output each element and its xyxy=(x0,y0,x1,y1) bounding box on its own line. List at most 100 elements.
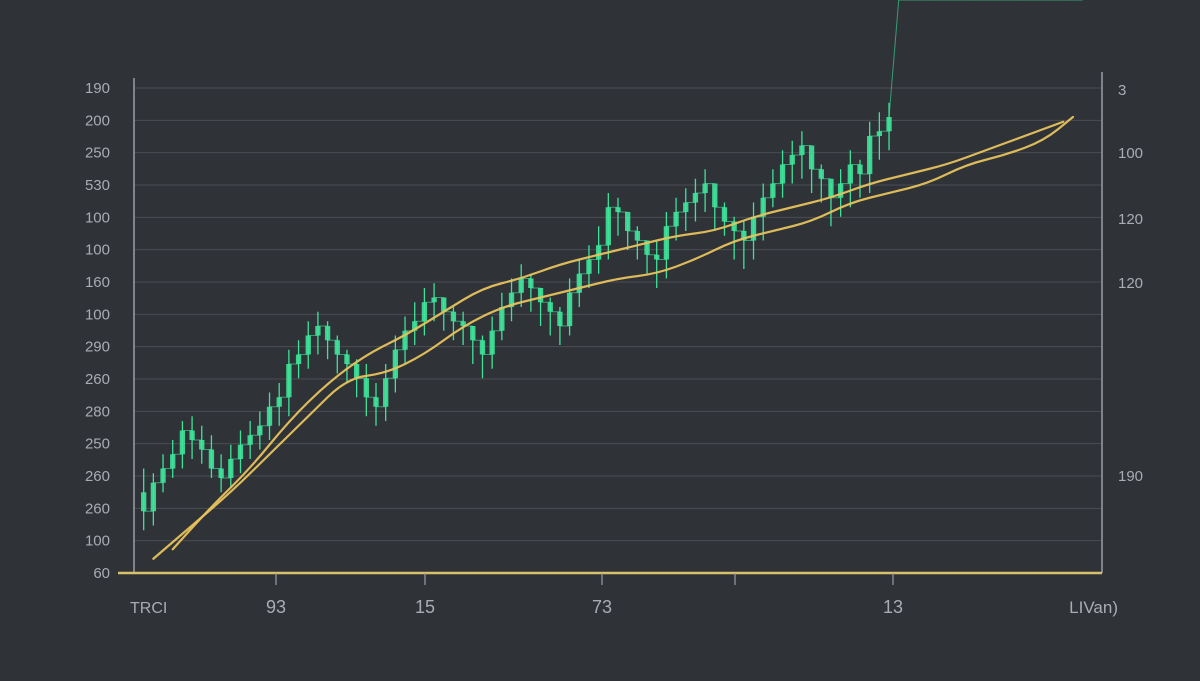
y-left-tick-label: 280 xyxy=(85,403,110,420)
candle-body xyxy=(489,330,495,355)
candle-body xyxy=(654,254,660,260)
candle-body xyxy=(566,292,573,326)
candle-body xyxy=(150,482,157,512)
candle-body xyxy=(595,245,602,260)
candle-body xyxy=(324,326,331,341)
x-tick-label: 73 xyxy=(592,597,612,617)
candle-body xyxy=(470,326,476,341)
x-tick-label: 13 xyxy=(883,597,903,617)
candle-body xyxy=(808,145,815,170)
y-left-tick-label: 190 xyxy=(85,80,110,97)
candle-body xyxy=(237,444,244,459)
y-left-tick-label: 200 xyxy=(85,112,110,129)
candle-body xyxy=(353,364,360,379)
candle-body xyxy=(305,335,311,355)
y-left-tick-label: 100 xyxy=(85,533,110,550)
chart: 190 200 250 530 100 100 160 100 290 260 280 250 260 2… xyxy=(0,0,1200,676)
candle-body xyxy=(499,307,505,331)
candle-body xyxy=(208,449,215,469)
candle-body xyxy=(847,164,853,184)
candle-body xyxy=(537,288,544,303)
y-right-tick-label: 100 xyxy=(1118,145,1143,162)
candle-body xyxy=(789,155,795,165)
candle-body xyxy=(673,212,679,227)
candle-body xyxy=(450,311,457,322)
candle-body xyxy=(857,164,863,174)
y-right-tick-label: 190 xyxy=(1118,468,1143,485)
candle-body xyxy=(373,397,379,407)
x-tick-label-left: TRCI xyxy=(130,600,167,617)
candle-body xyxy=(247,435,253,445)
candle-body xyxy=(886,117,892,132)
candle-body xyxy=(315,326,321,336)
y-left-tick-label: 260 xyxy=(85,468,110,485)
candle-body xyxy=(799,145,805,155)
candle-body xyxy=(179,430,186,455)
candle-body xyxy=(392,349,399,379)
y-right-tick-label: 120 xyxy=(1118,211,1143,228)
candle-body xyxy=(276,397,282,407)
candle-body xyxy=(295,354,302,364)
trend-line-1 xyxy=(152,115,1075,560)
candle-body xyxy=(779,164,786,184)
candle-body xyxy=(383,378,389,407)
candle-body xyxy=(634,231,641,241)
candle-body xyxy=(663,226,670,260)
candle-body xyxy=(586,259,592,274)
y-left-tick-label: 530 xyxy=(85,177,110,194)
candle-body xyxy=(576,273,582,293)
y-left-tick-label: 260 xyxy=(85,371,110,388)
candle-body xyxy=(257,425,263,436)
y-left-tick-label: 260 xyxy=(85,500,110,517)
candle-body xyxy=(867,136,873,174)
candle-body xyxy=(615,207,621,212)
x-tick-label-right: LIVan) xyxy=(1069,598,1118,617)
candle-body xyxy=(557,311,563,326)
candle-body xyxy=(721,207,728,222)
y-left-tick-label: 100 xyxy=(85,306,110,323)
y-left-tick-label: 160 xyxy=(85,274,110,291)
grid-lines xyxy=(134,87,1102,542)
y-left-tick-label: 60 xyxy=(93,565,110,582)
y-left-tick-label: 290 xyxy=(85,339,110,356)
chart-canvas: 190 200 250 530 100 100 160 100 290 260 280 250 260 2… xyxy=(0,0,1143,617)
candle-body xyxy=(818,169,824,179)
candle-body xyxy=(876,131,883,136)
candle-body xyxy=(625,212,631,231)
candle-body xyxy=(218,468,224,478)
candle-body xyxy=(547,302,553,312)
candle-body xyxy=(702,183,708,193)
candle-body xyxy=(334,340,340,355)
candle-body xyxy=(712,183,718,208)
candle-body xyxy=(431,297,437,303)
candle-body xyxy=(518,278,524,293)
candle-body xyxy=(199,440,205,450)
candle-body xyxy=(479,340,486,355)
candle-body xyxy=(344,354,350,364)
candle-body xyxy=(286,364,292,398)
candle-body xyxy=(189,430,195,440)
candle-body xyxy=(170,454,176,469)
y-left-tick-label: 100 xyxy=(85,209,110,226)
y-left-tick-label: 250 xyxy=(85,436,110,453)
series xyxy=(141,0,1083,560)
candle-body xyxy=(605,207,611,246)
candle-body xyxy=(228,459,234,478)
candle-body xyxy=(770,183,776,198)
x-tick-label: 15 xyxy=(415,597,435,617)
candle-body xyxy=(363,378,369,398)
y-left-tick-label: 100 xyxy=(85,242,110,259)
candle-connector xyxy=(888,0,900,118)
y-left-tick-label: 250 xyxy=(85,145,110,162)
candle-body xyxy=(421,302,428,322)
candle-body xyxy=(141,492,147,512)
candle-body xyxy=(683,202,689,212)
candle-body xyxy=(160,468,166,483)
y-right-tick-label: 120 xyxy=(1118,275,1143,292)
y-right-tick-label: 3 xyxy=(1118,82,1126,99)
candle-body xyxy=(692,193,699,203)
x-tick-label: 93 xyxy=(266,597,286,617)
candle-body xyxy=(266,406,273,426)
candle-body xyxy=(528,278,534,288)
candle-body xyxy=(828,178,834,198)
